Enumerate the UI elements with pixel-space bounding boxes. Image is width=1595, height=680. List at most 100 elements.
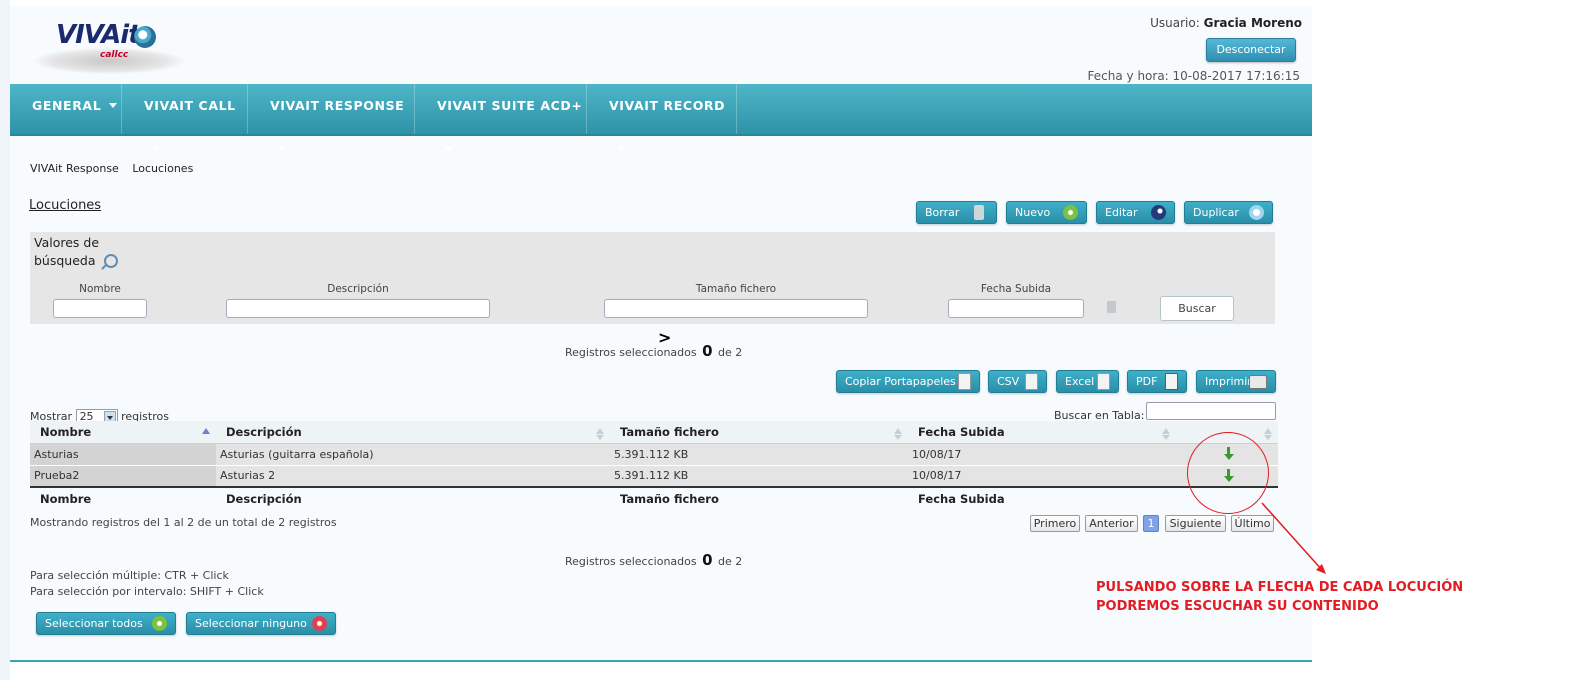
app-window: VIVAit callcc Usuario: Gracia Moreno Des… (10, 6, 1312, 662)
nav-vivait-suite-acd[interactable]: VIVAIT SUITE ACD+ (415, 84, 587, 152)
search-label-size: Tamaño fichero (695, 283, 777, 295)
selected-suffix: de 2 (718, 346, 743, 359)
footer-size: Tamaño fichero (610, 486, 908, 509)
csv-button[interactable]: CSV (988, 370, 1047, 393)
excel-button[interactable]: Excel (1056, 370, 1119, 393)
column-header-date-label: Fecha Subida (918, 424, 1005, 439)
duplicate-button[interactable]: Duplicar (1184, 201, 1273, 224)
selected-prefix: Registros seleccionados (565, 555, 697, 568)
edit-button-label: Editar (1105, 206, 1138, 219)
edit-button[interactable]: Editar (1096, 201, 1175, 224)
pager-last-button[interactable]: Último (1231, 515, 1274, 532)
table-footer-row: Nombre Descripción Tamaño fichero Fecha … (30, 486, 1278, 509)
breadcrumb-item[interactable]: VIVAit Response (30, 162, 119, 175)
sort-asc-icon (202, 428, 210, 434)
print-button[interactable]: Imprimir (1196, 370, 1276, 393)
search-button[interactable]: Buscar (1160, 296, 1234, 321)
annotation-arrow-head (1316, 564, 1326, 574)
clipboard-icon (958, 373, 971, 390)
nav-vivait-suite-acd-label: VIVAIT SUITE ACD+ (437, 98, 583, 113)
clear-filter-icon[interactable] (1107, 301, 1116, 313)
close-icon (312, 616, 327, 631)
pager-next-button[interactable]: Siguiente (1165, 515, 1226, 532)
nav-vivait-record-label: VIVAIT RECORD (609, 98, 726, 113)
search-size-input[interactable] (604, 299, 868, 318)
user-name: Gracia Moreno (1203, 16, 1302, 30)
chevron-down-icon (278, 147, 286, 152)
magnifier-icon (104, 254, 118, 268)
chevron-down-icon (152, 147, 160, 152)
vivait-logo: VIVAit callcc (32, 18, 192, 76)
selected-count-top: Registros seleccionados 0 de 2 (565, 342, 742, 360)
pdf-label: PDF (1136, 375, 1158, 388)
search-label-date: Fecha Subida (980, 283, 1052, 295)
duplicate-button-label: Duplicar (1193, 206, 1239, 219)
column-header-name[interactable]: Nombre (30, 421, 216, 444)
selected-count-bottom: Registros seleccionados 0 de 2 (565, 551, 742, 569)
logout-button[interactable]: Desconectar (1206, 38, 1296, 62)
pager-first-button[interactable]: Primero (1030, 515, 1080, 532)
sort-icon (894, 428, 902, 440)
trash-icon (974, 205, 984, 220)
user-info: Usuario: Gracia Moreno (1150, 16, 1302, 30)
cell-description: Asturias 2 (216, 465, 610, 488)
pager-prev-button[interactable]: Anterior (1085, 515, 1138, 532)
logo-gear-icon (134, 26, 156, 48)
excel-label: Excel (1065, 375, 1095, 388)
logo-subtext: callcc (100, 50, 129, 60)
pdf-button[interactable]: PDF (1127, 370, 1187, 393)
pencil-icon (1151, 205, 1166, 220)
column-header-size[interactable]: Tamaño fichero (610, 421, 908, 444)
column-header-description[interactable]: Descripción (216, 421, 610, 444)
duplicate-icon (1249, 205, 1264, 220)
copy-clipboard-button[interactable]: Copiar Portapapeles (836, 370, 980, 393)
chevron-down-icon (445, 147, 453, 152)
search-name-input[interactable] (53, 299, 147, 318)
csv-label: CSV (997, 375, 1020, 388)
search-label-name: Nombre (79, 283, 121, 295)
selected-count-value: 0 (702, 551, 713, 569)
pager-page-1[interactable]: 1 (1143, 515, 1159, 532)
hint-range-select: Para selección por intervalo: SHIFT + Cl… (30, 585, 264, 598)
copy-clipboard-label: Copiar Portapapeles (845, 375, 956, 388)
excel-file-icon (1097, 373, 1110, 390)
delete-button[interactable]: Borrar (916, 201, 997, 224)
plus-icon (1063, 205, 1078, 220)
footer-date: Fecha Subida (908, 486, 1176, 509)
nav-general[interactable]: GENERAL (10, 84, 122, 134)
table-search-input[interactable] (1146, 402, 1276, 420)
search-description-input[interactable] (226, 299, 490, 318)
nav-vivait-call[interactable]: VIVAIT CALL (122, 84, 248, 152)
breadcrumb: VIVAit Response Locuciones (30, 162, 193, 175)
table-row[interactable]: Asturias Asturias (guitarra española) 5.… (30, 443, 1278, 466)
selected-suffix: de 2 (718, 555, 743, 568)
new-button-label: Nuevo (1015, 206, 1051, 219)
sort-icon (1162, 428, 1170, 440)
annotation-line2: PODREMOS ESCUCHAR SU CONTENIDO (1096, 599, 1379, 614)
annotation-circle (1187, 432, 1269, 514)
nav-vivait-response[interactable]: VIVAIT RESPONSE (248, 84, 415, 152)
logo-text: VIVAit (56, 20, 141, 50)
cell-description: Asturias (guitarra española) (216, 443, 610, 466)
pdf-file-icon (1165, 373, 1178, 390)
hint-multi-select: Para selección múltiple: CTR + Click (30, 569, 229, 582)
search-date-input[interactable] (948, 299, 1084, 318)
page-title: Locuciones (29, 198, 102, 213)
selected-count-value: 0 (702, 342, 713, 360)
select-all-button[interactable]: Seleccionar todos (36, 612, 176, 635)
column-header-date[interactable]: Fecha Subida (908, 421, 1176, 444)
search-label-description: Descripción (327, 283, 389, 295)
new-button[interactable]: Nuevo (1006, 201, 1087, 224)
nav-vivait-record[interactable]: VIVAIT RECORD (587, 84, 737, 152)
breadcrumb-item: Locuciones (132, 162, 194, 175)
recordings-table: Nombre Descripción Tamaño fichero Fecha … (30, 421, 1278, 509)
table-row[interactable]: Prueba2 Asturias 2 5.391.112 KB 10/08/17 (30, 465, 1278, 488)
table-header-row: Nombre Descripción Tamaño fichero Fecha … (30, 421, 1278, 444)
left-background-band (0, 0, 10, 680)
delete-button-label: Borrar (925, 206, 960, 219)
select-none-button[interactable]: Seleccionar ninguno (186, 612, 336, 635)
cell-name: Asturias (30, 443, 216, 466)
column-header-description-label: Descripción (226, 424, 302, 439)
cell-size: 5.391.112 KB (610, 465, 908, 488)
printer-icon (1249, 375, 1267, 389)
